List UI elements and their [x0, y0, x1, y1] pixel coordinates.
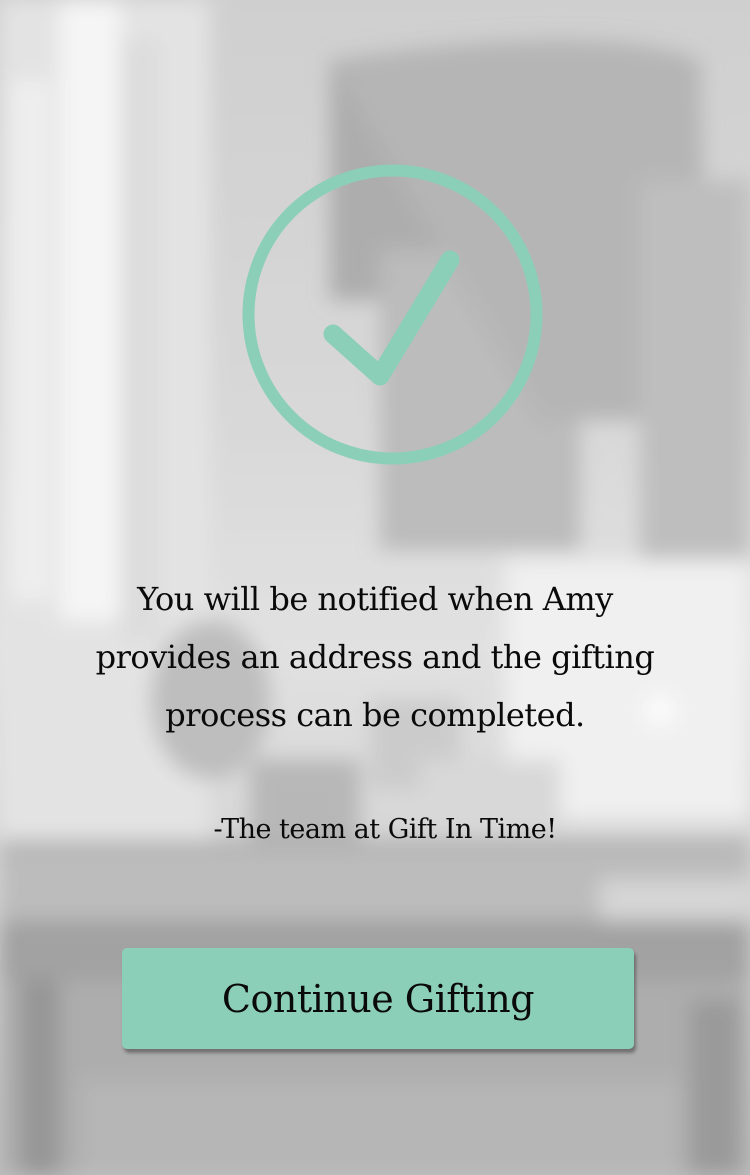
- continue-gifting-button[interactable]: Continue Gifting: [122, 948, 634, 1049]
- message-line: You will be notified when Amy: [137, 580, 613, 618]
- checkmark-circle-icon: [240, 164, 545, 469]
- message-line: process can be completed.: [165, 696, 585, 734]
- message-line: provides an address and the gifting: [95, 638, 655, 676]
- team-signature: -The team at Gift In Time!: [213, 814, 557, 845]
- continue-gifting-label: Continue Gifting: [221, 976, 535, 1021]
- confirmation-message: You will be notified when Amy provides a…: [0, 570, 750, 744]
